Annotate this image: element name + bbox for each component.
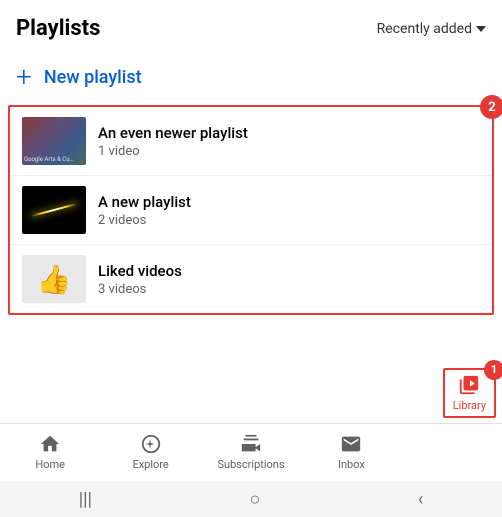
nav-label-inbox: Inbox [338, 458, 365, 471]
thumb-laser-bg [22, 186, 86, 234]
playlist-count: 2 videos [98, 213, 480, 228]
thumb-arts-bg: Google Arts & Cu... [22, 117, 86, 165]
playlist-info: A new playlist 2 videos [98, 193, 480, 228]
badge-1: 1 [484, 360, 502, 380]
playlist-info: An even newer playlist 1 video [98, 124, 480, 159]
new-playlist-label: New playlist [44, 67, 142, 88]
explore-icon [140, 433, 162, 455]
inbox-icon [340, 433, 362, 455]
plus-icon: + [16, 63, 32, 91]
badge-2: 2 [480, 95, 502, 119]
playlist-count: 1 video [98, 144, 480, 159]
playlist-thumbnail [22, 186, 86, 234]
nav-label-subscriptions: Subscriptions [217, 458, 284, 471]
playlist-item[interactable]: Google Arts & Cu... An even newer playli… [10, 107, 492, 176]
playlist-count: 3 videos [98, 282, 480, 297]
playlist-thumbnail: Google Arts & Cu... [22, 117, 86, 165]
playlist-info: Liked videos 3 videos [98, 262, 480, 297]
new-playlist-button[interactable]: + New playlist [0, 53, 502, 105]
thumb-liked-bg: 👍 [22, 255, 86, 303]
playlist-thumbnail: 👍 [22, 255, 86, 303]
sort-button[interactable]: Recently added [377, 21, 486, 37]
system-back-button[interactable]: ‹ [418, 489, 423, 510]
subscriptions-icon [240, 433, 262, 455]
playlist-name: An even newer playlist [98, 124, 480, 142]
laser-line [30, 203, 79, 218]
system-bar: ||| ○ ‹ [0, 481, 502, 517]
nav-label-explore: Explore [132, 458, 168, 471]
playlist-name: A new playlist [98, 193, 480, 211]
playlist-list: 2 Google Arts & Cu... An even newer play… [8, 105, 494, 315]
chevron-down-icon [476, 26, 486, 32]
header: Playlists Recently added [0, 0, 502, 53]
nav-item-explore[interactable]: Explore [100, 433, 200, 471]
nav-label-library: Library [453, 399, 486, 412]
nav-label-home: Home [35, 458, 65, 471]
page-title: Playlists [16, 16, 100, 41]
bottom-nav: Home Explore Subscriptions Inbox 1 Libra… [0, 423, 502, 479]
library-icon [458, 374, 480, 396]
nav-item-inbox[interactable]: Inbox [301, 433, 401, 471]
playlist-item[interactable]: A new playlist 2 videos [10, 176, 492, 245]
sort-label: Recently added [377, 21, 472, 37]
nav-item-subscriptions[interactable]: Subscriptions [201, 433, 301, 471]
home-icon [39, 433, 61, 455]
nav-item-library[interactable]: 1 Library [443, 368, 496, 418]
playlist-item[interactable]: 👍 Liked videos 3 videos [10, 245, 492, 313]
nav-item-home[interactable]: Home [0, 433, 100, 471]
playlist-name: Liked videos [98, 262, 480, 280]
thumbs-up-icon: 👍 [37, 263, 72, 296]
system-home-button[interactable]: ○ [249, 489, 260, 510]
thumb-arts-text: Google Arts & Cu... [24, 156, 74, 163]
system-menu-button[interactable]: ||| [79, 489, 92, 510]
